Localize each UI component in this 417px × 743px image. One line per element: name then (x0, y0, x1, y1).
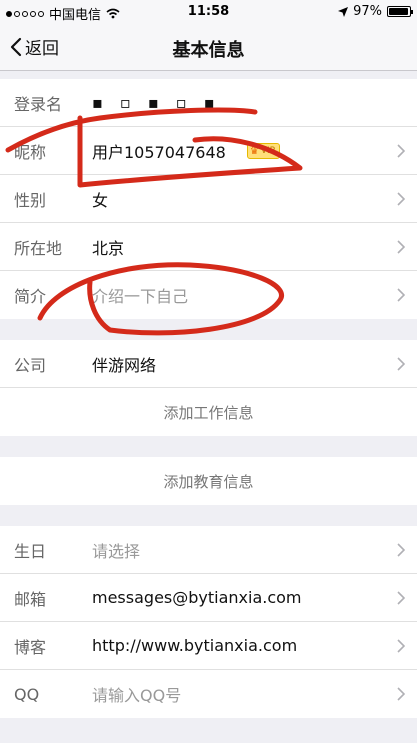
gender-row[interactable]: 性别 女 (0, 175, 417, 223)
qq-label: QQ (14, 684, 40, 704)
nickname-row[interactable]: 昵称 用户1057047648 ♛ VIP (0, 127, 417, 175)
chevron-right-icon (397, 240, 405, 254)
crown-icon: ♛ (249, 145, 259, 157)
birthday-placeholder: 请选择 (92, 541, 141, 561)
qq-row[interactable]: QQ 请输入QQ号 (0, 670, 417, 718)
location-row[interactable]: 所在地 北京 (0, 223, 417, 271)
birthday-label: 生日 (14, 541, 47, 561)
nickname-text: 用户1057047648 (92, 142, 226, 162)
add-work-label: 添加工作信息 (163, 403, 254, 422)
email-row[interactable]: 邮箱 messages@bytianxia.com (0, 574, 417, 622)
nickname-value: 用户1057047648 ♛ VIP (92, 139, 281, 163)
vip-badge-text: VIP (260, 146, 276, 156)
battery-icon (387, 6, 413, 17)
blog-label: 博客 (14, 637, 47, 657)
add-education-label: 添加教育信息 (163, 472, 254, 491)
blog-row[interactable]: 博客 http://www.bytianxia.com (0, 622, 417, 670)
nav-bar: 返回 基本信息 (0, 24, 417, 71)
chevron-right-icon (397, 192, 405, 206)
location-label: 所在地 (14, 238, 63, 258)
intro-label: 简介 (14, 287, 47, 306)
add-work-button[interactable]: 添加工作信息 (0, 388, 417, 436)
vip-badge: ♛ VIP (246, 143, 281, 159)
company-row[interactable]: 公司 伴游网络 (0, 340, 417, 388)
battery-percent: 97% (353, 4, 382, 19)
blog-value: http://www.bytianxia.com (92, 636, 298, 655)
chevron-right-icon (397, 639, 405, 653)
gender-value: 女 (92, 190, 109, 210)
status-bar: 中国电信 11:58 97% (0, 0, 417, 24)
chevron-right-icon (397, 288, 405, 302)
page-title: 基本信息 (172, 40, 245, 61)
chevron-right-icon (397, 687, 405, 701)
email-value: messages@bytianxia.com (92, 588, 302, 607)
chevron-right-icon (397, 144, 405, 158)
chevron-right-icon (397, 591, 405, 605)
work-group: 公司 伴游网络 添加工作信息 (0, 340, 417, 436)
status-right: 97% (338, 4, 413, 19)
company-value: 伴游网络 (92, 355, 157, 375)
login-name-label: 登录名 (14, 94, 63, 114)
intro-placeholder: 介绍一下自己 (92, 287, 189, 306)
contact-group: 生日 请选择 邮箱 messages@bytianxia.com 博客 http… (0, 526, 417, 718)
birthday-row[interactable]: 生日 请选择 (0, 526, 417, 574)
login-name-row: 登录名 ▪ ▫ ▪ ▫ ▪ (0, 79, 417, 127)
chevron-right-icon (397, 357, 405, 371)
education-group: 添加教育信息 (0, 457, 417, 505)
email-label: 邮箱 (14, 589, 47, 609)
company-label: 公司 (14, 355, 47, 375)
location-arrow-icon (338, 6, 349, 17)
qq-placeholder: 请输入QQ号 (92, 686, 182, 705)
login-name-value-masked: ▪ ▫ ▪ ▫ ▪ (92, 93, 221, 112)
intro-row[interactable]: 简介 介绍一下自己 (0, 271, 417, 319)
profile-group: 登录名 ▪ ▫ ▪ ▫ ▪ 昵称 用户1057047648 ♛ VIP 性别 女 … (0, 79, 417, 319)
nickname-label: 昵称 (14, 142, 47, 162)
gender-label: 性别 (14, 190, 47, 210)
add-education-button[interactable]: 添加教育信息 (0, 457, 417, 505)
location-value: 北京 (92, 238, 125, 258)
chevron-right-icon (397, 543, 405, 557)
